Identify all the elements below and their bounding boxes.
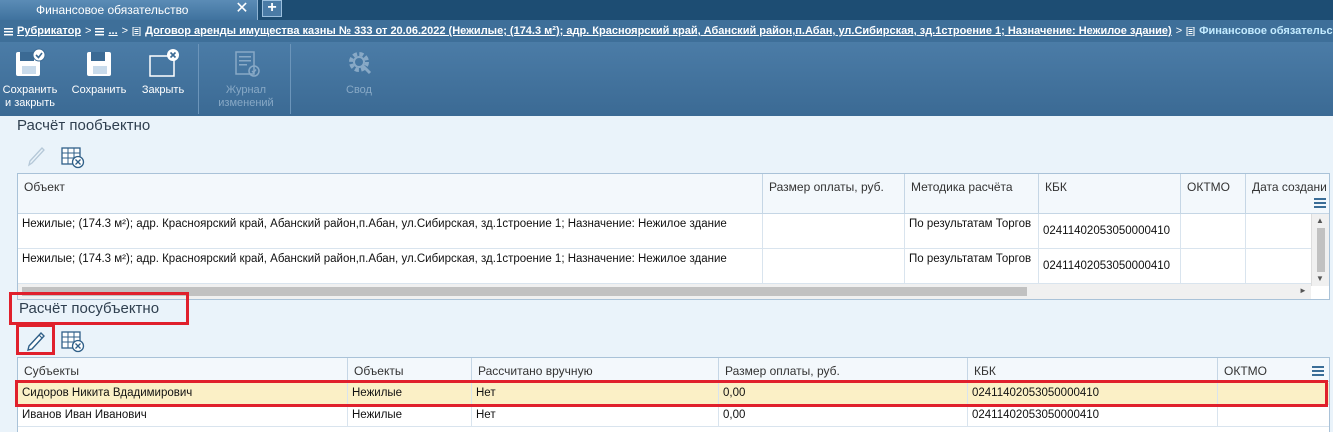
column-header-amount[interactable]: Размер оплаты, руб. <box>763 174 905 213</box>
breadcrumb-current: Финансовое обязательство <box>1199 25 1333 37</box>
table-delete-icon <box>61 331 85 353</box>
breadcrumb-separator: > <box>85 25 92 37</box>
close-button[interactable]: Закрыть <box>136 42 190 116</box>
column-header-amount[interactable]: Размер оплаты, руб. <box>719 358 968 381</box>
table-delete-icon <box>61 147 85 169</box>
cell-oktmo <box>1218 383 1329 404</box>
edit-subjects-button[interactable] <box>23 328 49 354</box>
section-objects-title: Расчёт пообъектно <box>17 117 151 134</box>
cell-object: Нежилые; (174.3 м²); адр. Красноярский к… <box>18 249 763 283</box>
journal-label-2: изменений <box>218 97 274 109</box>
change-journal-button[interactable]: Журнал изменений <box>202 42 290 116</box>
add-tab-button[interactable]: + <box>262 0 282 17</box>
cell-kbk: 02411402053050000410 <box>968 405 1218 426</box>
cell-method: По результатам Торгов <box>905 249 1039 283</box>
column-header-kbk[interactable]: КБК <box>1039 174 1181 213</box>
list-icon <box>4 27 13 35</box>
pencil-icon <box>27 147 45 167</box>
column-header-method[interactable]: Методика расчёта <box>905 174 1039 213</box>
cell-date <box>1246 249 1311 283</box>
save-close-label-2: и закрыть <box>5 97 55 109</box>
scroll-down-arrow[interactable]: ▼ <box>1314 274 1326 283</box>
document-icon <box>132 26 141 36</box>
cell-kbk: 02411402053050000410 <box>968 383 1218 404</box>
journal-icon <box>235 51 260 77</box>
cell-subject: Иванов Иван Иванович <box>18 405 348 426</box>
summary-button[interactable]: Свод <box>320 42 398 116</box>
subjects-grid-header: Субъекты Объекты Рассчитано вручную Разм… <box>18 358 1329 382</box>
cell-manual: Нет <box>472 383 719 404</box>
column-menu-icon[interactable] <box>1314 198 1326 208</box>
breadcrumb-ellipsis[interactable]: ... <box>108 25 117 37</box>
tab-financial-obligation[interactable]: Финансовое обязательство <box>0 0 258 20</box>
cell-objects: Нежилые <box>348 405 472 426</box>
table-row[interactable]: Нежилые; (174.3 м²); адр. Красноярский к… <box>18 214 1311 249</box>
scroll-thumb[interactable] <box>22 287 1027 296</box>
cell-objects: Нежилые <box>348 383 472 404</box>
close-window-icon <box>149 49 179 77</box>
breadcrumb-separator: > <box>1175 25 1183 37</box>
cell-oktmo <box>1218 405 1329 426</box>
scroll-thumb[interactable] <box>1317 228 1325 272</box>
objects-grid: Объект Размер оплаты, руб. Методика расч… <box>17 173 1330 300</box>
toolbar-divider <box>290 44 291 114</box>
document-icon <box>1186 26 1195 36</box>
cell-oktmo <box>1181 214 1246 248</box>
breadcrumb: Рубрикатор > ... > Договор аренды имущес… <box>0 20 1333 42</box>
cell-kbk: 02411402053050000410 <box>1039 249 1181 283</box>
breadcrumb-separator: > <box>121 25 129 37</box>
toolbar: Сохранить и закрыть Сохранить Закрыть Жур… <box>0 42 1333 116</box>
cell-method: По результатам Торгов <box>905 214 1039 248</box>
tab-bar: Финансовое обязательство ✕ + <box>0 0 1333 20</box>
tab-title: Финансовое обязательство <box>36 3 189 17</box>
close-icon[interactable]: ✕ <box>234 1 250 17</box>
column-header-subjects[interactable]: Субъекты <box>18 358 348 381</box>
column-header-manual[interactable]: Рассчитано вручную <box>472 358 719 381</box>
horizontal-scrollbar[interactable]: ► <box>18 284 1311 299</box>
cell-amount <box>763 214 905 248</box>
table-row[interactable]: Сидоров Никита Вдадимирович Нежилые Нет … <box>18 383 1329 405</box>
toolbar-divider <box>198 44 199 114</box>
save-button[interactable]: Сохранить <box>68 42 130 116</box>
breadcrumb-contract[interactable]: Договор аренды имущества казны № 333 от … <box>145 25 1172 37</box>
cell-manual: Нет <box>472 405 719 426</box>
cell-kbk: 02411402053050000410 <box>1039 214 1181 248</box>
column-header-object[interactable]: Объект <box>18 174 763 213</box>
cell-oktmo <box>1181 249 1246 283</box>
scroll-up-arrow[interactable]: ▲ <box>1314 216 1326 225</box>
save-close-label-1: Сохранить <box>2 84 58 96</box>
cell-amount <box>763 249 905 283</box>
gear-icon <box>349 52 372 75</box>
edit-objects-button[interactable] <box>23 144 49 170</box>
save-label: Сохранить <box>71 84 127 96</box>
column-header-oktmo[interactable]: ОКТМО <box>1181 174 1246 213</box>
subjects-grid: Субъекты Объекты Рассчитано вручную Разм… <box>17 357 1330 432</box>
objects-grid-header: Объект Размер оплаты, руб. Методика расч… <box>18 174 1329 214</box>
delete-table-subjects-button[interactable] <box>60 328 86 354</box>
floppy-icon <box>87 52 111 76</box>
cell-amount: 0,00 <box>719 383 968 404</box>
column-header-kbk[interactable]: КБК <box>968 358 1218 381</box>
vertical-scrollbar[interactable]: ▲ ▼ <box>1311 214 1329 286</box>
column-header-objects[interactable]: Объекты <box>348 358 472 381</box>
section-subjects-title: Расчёт посубъектно <box>19 300 160 317</box>
list-icon <box>95 27 105 35</box>
summary-label: Свод <box>346 84 372 96</box>
breadcrumb-root[interactable]: Рубрикатор <box>17 25 81 37</box>
scroll-right-arrow[interactable]: ► <box>1297 286 1309 295</box>
cell-object: Нежилые; (174.3 м²); адр. Красноярский к… <box>18 214 763 248</box>
table-row[interactable]: Нежилые; (174.3 м²); адр. Красноярский к… <box>18 249 1311 284</box>
save-and-close-button[interactable]: Сохранить и закрыть <box>0 42 60 116</box>
cell-subject: Сидоров Никита Вдадимирович <box>18 383 348 404</box>
close-label: Закрыть <box>141 84 185 96</box>
cell-date <box>1246 214 1311 248</box>
cell-amount: 0,00 <box>719 405 968 426</box>
delete-table-objects-button[interactable] <box>60 144 86 170</box>
table-row[interactable]: Иванов Иван Иванович Нежилые Нет 0,00 02… <box>18 405 1329 427</box>
save-close-icon <box>16 48 46 76</box>
pencil-icon <box>27 331 45 351</box>
column-menu-icon[interactable] <box>1312 366 1324 376</box>
journal-label-1: Журнал <box>225 84 267 96</box>
